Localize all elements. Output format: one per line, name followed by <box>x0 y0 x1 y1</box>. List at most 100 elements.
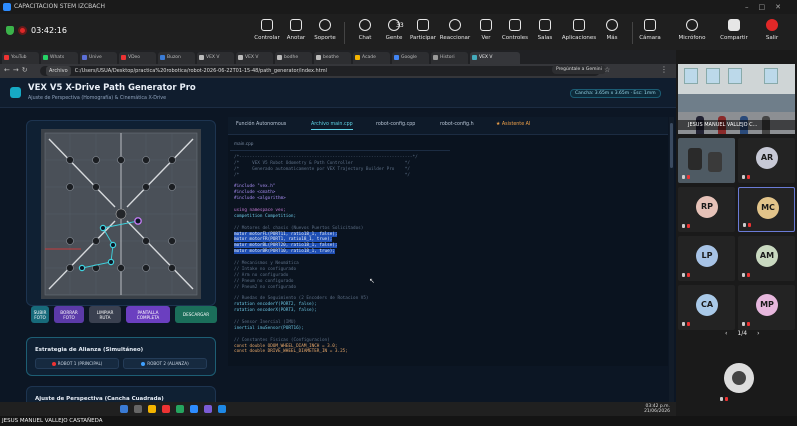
avatar: MP <box>756 294 778 316</box>
rooms-icon <box>539 19 551 31</box>
code-content[interactable]: /*--------------------------------------… <box>234 155 664 355</box>
apps-button[interactable]: Aplicaciones <box>561 19 597 41</box>
avatar: MC <box>757 197 779 219</box>
field-canvas[interactable] <box>41 129 201 299</box>
code-line[interactable]: const double DRIVE_WHEEL_DIAMETER_IN = 3… <box>234 349 664 355</box>
browser-tab[interactable]: VDeo <box>119 52 156 64</box>
zoom-logo-icon <box>3 3 11 11</box>
windows-start-icon[interactable] <box>120 405 128 413</box>
field-action-buttons: SUBIR FOTO BORRAR FOTO LIMPIAR RUTA PANT… <box>31 306 217 323</box>
share-icon <box>728 19 740 31</box>
robot1-toggle[interactable]: ROBOT 1 (PRINCIPAL) <box>35 358 119 369</box>
avatar: CA <box>696 294 718 316</box>
participant-tile[interactable]: MP <box>738 285 795 330</box>
fullscreen-button[interactable]: PANTALLA COMPLETA <box>126 306 170 323</box>
alliance-strategy-card: Estrategia de Alianza (Simultáneo) ROBOT… <box>26 337 216 376</box>
pen-icon <box>290 19 302 31</box>
recording-indicator[interactable]: 03:42:16 <box>6 26 67 35</box>
active-speaker-name: JESUS MANUEL VALLEJO CASTAÑEDA <box>0 416 797 426</box>
hand-icon <box>417 19 429 31</box>
star-icon[interactable]: ☆ <box>604 66 610 74</box>
more-button[interactable]: Más <box>594 19 630 41</box>
browser-tab[interactable]: bodhe <box>275 52 312 64</box>
mouse-cursor-icon: ↖ <box>369 277 375 285</box>
mic-off-icon <box>686 19 698 31</box>
download-button[interactable]: DESCARGAR <box>175 306 217 323</box>
participant-tile[interactable]: CA <box>678 285 735 330</box>
editor-scrollbar[interactable] <box>669 117 674 402</box>
browser-menu-icon[interactable]: ⋮ <box>660 65 668 74</box>
tab-robot-config-cpp[interactable]: robot-config.cpp <box>376 122 415 127</box>
window-controls[interactable]: –□✕ <box>745 0 791 14</box>
browser-tab[interactable]: Histori <box>431 52 468 64</box>
avatar: RP <box>696 196 718 218</box>
browser-tab-active[interactable]: VEX V <box>470 52 520 64</box>
delete-photo-button[interactable]: BORRAR FOTO <box>54 306 84 323</box>
clear-path-button[interactable]: LIMPIAR RUTA <box>89 306 121 323</box>
app-header: VEX V5 X-Drive Path Generator Pro Ajuste… <box>0 78 676 108</box>
record-icon <box>18 26 27 35</box>
zoom-meeting-window: CAPACITACION STEM IZCBACH –□✕ 03:42:16 C… <box>0 0 797 426</box>
avatar: LP <box>696 245 718 267</box>
toolbar-divider <box>344 22 345 44</box>
browser-tab[interactable]: beathe <box>314 52 351 64</box>
participant-tile[interactable] <box>678 138 735 183</box>
windows-taskbar: 03:42 p.m. 21/06/2026 <box>0 402 676 416</box>
teams-icon[interactable] <box>204 405 212 413</box>
scrollbar-thumb[interactable] <box>670 123 673 168</box>
tab-ai-assistant[interactable]: ★ Asistente AI <box>496 122 530 127</box>
sliders-icon <box>509 19 521 31</box>
participant-tile[interactable]: AR <box>738 138 795 183</box>
meeting-timer: 03:42:16 <box>31 26 67 35</box>
browser-tab[interactable]: Buzon <box>158 52 195 64</box>
rooms-button[interactable]: Salas <box>527 19 563 41</box>
system-tray[interactable]: 03:42 p.m. 21/06/2026 <box>644 404 670 414</box>
word-icon[interactable] <box>218 405 226 413</box>
tab-main-cpp[interactable]: Archivo main.cpp <box>311 122 353 130</box>
share-button[interactable]: Compartir <box>716 19 752 41</box>
participant-gallery: JESUS MANUEL VALLEJO C... AR RP MC LP AM <box>676 50 797 416</box>
search-icon[interactable] <box>134 405 142 413</box>
microphone-button[interactable]: Micrófono <box>674 19 710 41</box>
browser-tab[interactable]: Google <box>392 52 429 64</box>
participant-tile[interactable]: LP <box>678 236 735 281</box>
nav-buttons[interactable]: ←→↻ <box>4 66 31 74</box>
browser-tab[interactable]: Acade <box>353 52 390 64</box>
zoom-app-icon[interactable] <box>190 405 198 413</box>
more-icon <box>606 19 618 31</box>
leave-icon <box>766 19 778 31</box>
participant-tile[interactable]: RP <box>678 187 735 232</box>
prev-page-icon[interactable]: ‹ <box>725 330 727 337</box>
participant-tile[interactable]: AM <box>738 236 795 281</box>
tab-autonomous[interactable]: Función Autonomous <box>236 122 286 127</box>
self-view-video[interactable] <box>724 363 754 393</box>
mic-muted-icon <box>742 273 752 278</box>
browser-tab[interactable]: YouTub <box>2 52 39 64</box>
file-explorer-icon[interactable] <box>148 405 156 413</box>
chrome-icon[interactable] <box>162 405 170 413</box>
field-panel <box>26 120 216 306</box>
upload-photo-button[interactable]: SUBIR FOTO <box>31 306 49 323</box>
browser-tab[interactable]: VEX V <box>197 52 234 64</box>
browser-tab[interactable]: Whats <box>41 52 78 64</box>
gemini-button[interactable]: Pregúntale a Gemini <box>552 65 606 74</box>
camera-button[interactable]: Cámara <box>632 19 668 41</box>
support-button[interactable]: Soporte <box>307 19 343 41</box>
support-icon <box>319 19 331 31</box>
browser-tab[interactable]: Unive <box>80 52 117 64</box>
participant-tile-active[interactable]: MC <box>738 187 795 232</box>
url-field[interactable]: Archivo C:/Users/USUA/Desktop/practica%20… <box>40 66 600 76</box>
people-count: 33 <box>396 22 404 29</box>
browser-tab[interactable]: VEX V <box>236 52 273 64</box>
blue-dot-icon <box>141 362 146 366</box>
leave-button[interactable]: Salir <box>754 19 790 41</box>
participate-button[interactable]: Participar <box>405 19 441 41</box>
shared-screen: YouTub Whats Unive VDeo Buzon VEX V VEX … <box>0 50 676 416</box>
excel-icon[interactable] <box>176 405 184 413</box>
zoom-toolbar: 03:42:16 Controlar Anotar Soporte Chat 3… <box>0 14 797 50</box>
robot2-toggle[interactable]: ROBOT 2 (ALIANZA) <box>123 358 207 369</box>
mic-muted-icon <box>682 175 692 180</box>
next-page-icon[interactable]: › <box>757 330 759 337</box>
tab-robot-config-h[interactable]: robot-config.h <box>440 122 474 127</box>
mic-muted-icon <box>682 322 692 327</box>
